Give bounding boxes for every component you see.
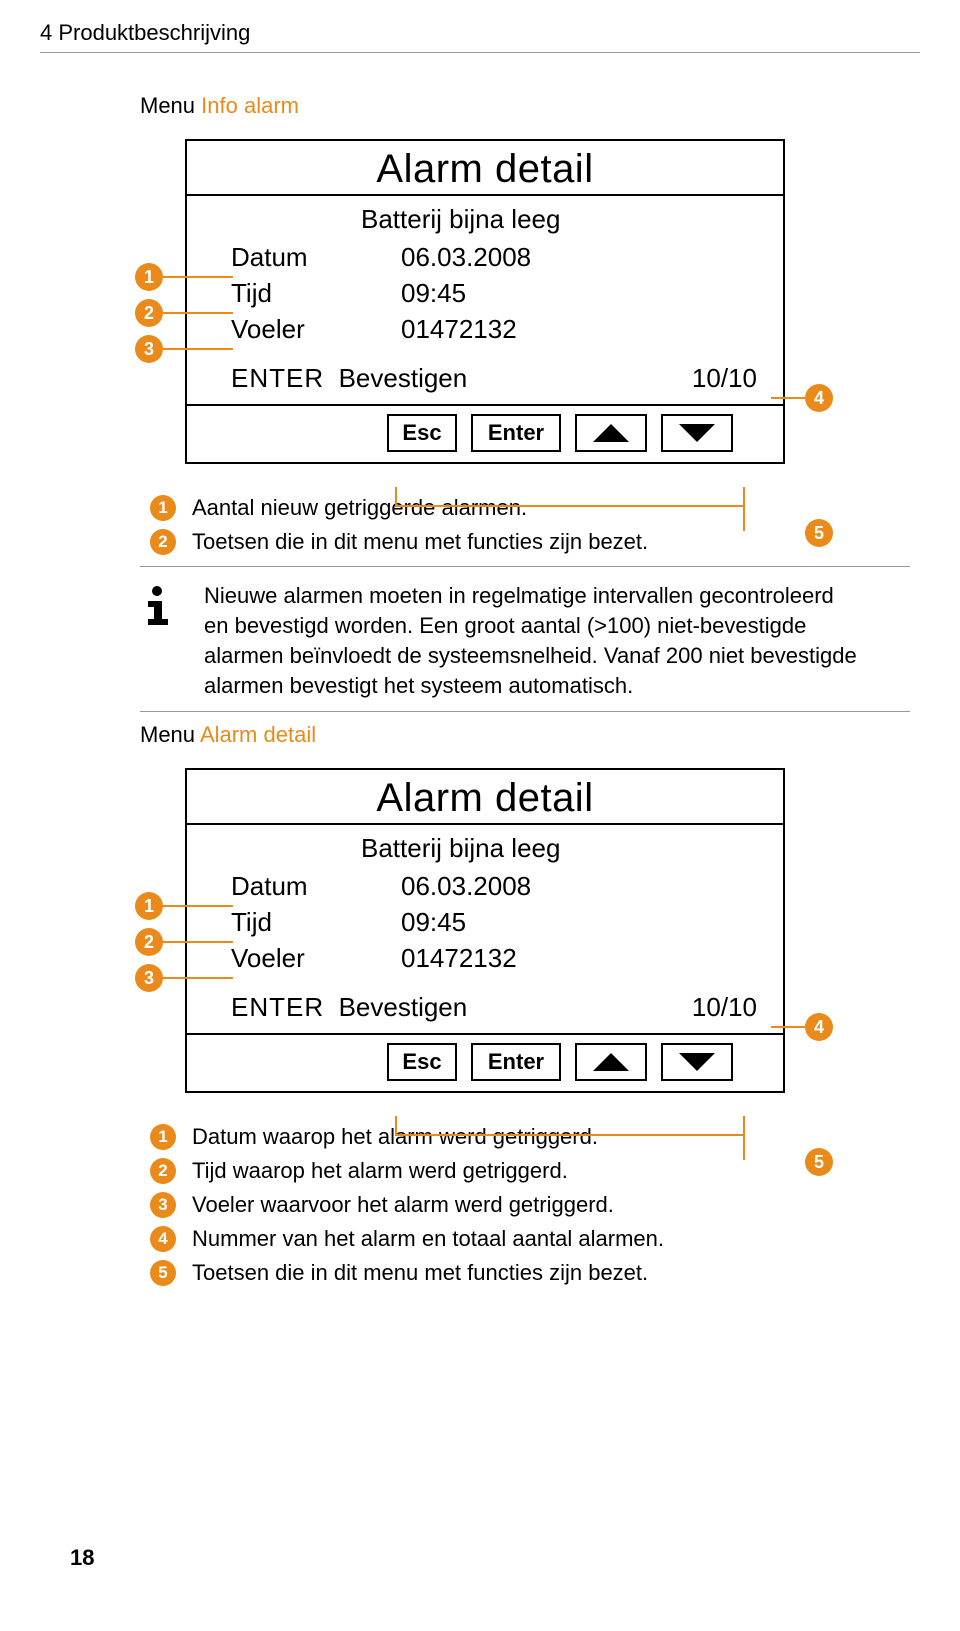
label: Voeler (231, 940, 401, 976)
screen-title: Alarm detail (187, 770, 783, 823)
label: Datum (231, 239, 401, 275)
value: 06.03.2008 (401, 868, 763, 904)
triangle-up-icon (593, 1053, 629, 1071)
label: Tijd (231, 275, 401, 311)
callout-bracket (395, 487, 745, 507)
label: Voeler (231, 311, 401, 347)
menu-prefix: Menu (140, 93, 201, 118)
enter-hint: Bevestigen (339, 992, 468, 1022)
label: Datum (231, 868, 401, 904)
up-button[interactable] (575, 1043, 647, 1081)
callout-5: 5 (805, 1148, 833, 1176)
chapter-heading: 4 Produktbeschrijving (40, 20, 920, 46)
callout-3: 3 (135, 964, 163, 992)
divider (40, 52, 920, 53)
callout-lead (163, 348, 233, 350)
callout-lead (163, 905, 233, 907)
value: 01472132 (401, 311, 763, 347)
triangle-up-icon (593, 424, 629, 442)
row-tijd: Tijd 09:45 (231, 904, 763, 940)
row-voeler: Voeler 01472132 (231, 940, 763, 976)
legend-text: Voeler waarvoor het alarm werd getrigger… (192, 1189, 614, 1221)
section-menu-alarm-detail: Menu Alarm detail (140, 722, 920, 748)
info-block: Nieuwe alarmen moeten in regelmatige int… (140, 581, 920, 701)
callout-2: 2 (135, 928, 163, 956)
divider (140, 566, 910, 567)
alarm-count: 10/10 (692, 992, 763, 1023)
alarm-subtitle: Batterij bijna leeg (361, 204, 763, 235)
value: 06.03.2008 (401, 239, 763, 275)
legend-item: 4 Nummer van het alarm en totaal aantal … (150, 1223, 920, 1255)
callout-1: 1 (135, 892, 163, 920)
legend-badge: 3 (150, 1192, 176, 1218)
screen-alarm-detail-1: 1 2 3 4 5 Alarm detail Batterij bijna le… (145, 139, 785, 464)
callout-lead (743, 1136, 745, 1160)
enter-word: ENTER (231, 363, 324, 393)
button-row: Esc Enter (187, 406, 783, 462)
up-button[interactable] (575, 414, 647, 452)
esc-button[interactable]: Esc (387, 414, 457, 452)
callout-4: 4 (805, 1013, 833, 1041)
menu-name: Info alarm (201, 93, 299, 118)
legend-text: Tijd waarop het alarm werd getriggerd. (192, 1155, 568, 1187)
legend-item: 5 Toetsen die in dit menu met functies z… (150, 1257, 920, 1289)
callout-bracket (395, 1116, 745, 1136)
legend-text: Toetsen die in dit menu met functies zij… (192, 526, 648, 558)
row-datum: Datum 06.03.2008 (231, 239, 763, 275)
callout-3: 3 (135, 335, 163, 363)
info-icon (140, 581, 180, 701)
screen-alarm-detail-2: 1 2 3 4 5 Alarm detail Batterij bijna le… (145, 768, 785, 1093)
legend-item: 3 Voeler waarvoor het alarm werd getrigg… (150, 1189, 920, 1221)
down-button[interactable] (661, 414, 733, 452)
legend-badge: 1 (150, 1124, 176, 1150)
legend-badge: 5 (150, 1260, 176, 1286)
info-text: Nieuwe alarmen moeten in regelmatige int… (204, 581, 864, 701)
callout-2: 2 (135, 299, 163, 327)
menu-name: Alarm detail (200, 722, 316, 747)
legend-badge: 4 (150, 1226, 176, 1252)
row-tijd: Tijd 09:45 (231, 275, 763, 311)
enter-hint-row: ENTER Bevestigen 10/10 (187, 982, 783, 1033)
row-voeler: Voeler 01472132 (231, 311, 763, 347)
enter-button[interactable]: Enter (471, 1043, 561, 1081)
label: Tijd (231, 904, 401, 940)
alarm-count: 10/10 (692, 363, 763, 394)
callout-lead (163, 312, 233, 314)
screen-title: Alarm detail (187, 141, 783, 194)
legend-text: Toetsen die in dit menu met functies zij… (192, 1257, 648, 1289)
enter-hint-row: ENTER Bevestigen 10/10 (187, 353, 783, 404)
enter-word: ENTER (231, 992, 324, 1022)
esc-button[interactable]: Esc (387, 1043, 457, 1081)
section-menu-info-alarm: Menu Info alarm (140, 93, 920, 119)
triangle-down-icon (679, 424, 715, 442)
value: 01472132 (401, 940, 763, 976)
legend-badge: 2 (150, 1158, 176, 1184)
menu-prefix: Menu (140, 722, 200, 747)
callout-lead (771, 397, 805, 399)
callout-5: 5 (805, 519, 833, 547)
enter-hint: Bevestigen (339, 363, 468, 393)
alarm-subtitle: Batterij bijna leeg (361, 833, 763, 864)
enter-button[interactable]: Enter (471, 414, 561, 452)
callout-lead (163, 941, 233, 943)
legend-b: 1 Datum waarop het alarm werd getriggerd… (150, 1121, 920, 1289)
legend-badge: 2 (150, 529, 176, 555)
page-number: 18 (70, 1545, 94, 1571)
callout-4: 4 (805, 384, 833, 412)
legend-badge: 1 (150, 495, 176, 521)
value: 09:45 (401, 275, 763, 311)
callout-lead (163, 977, 233, 979)
callout-lead (771, 1026, 805, 1028)
down-button[interactable] (661, 1043, 733, 1081)
callout-lead (163, 276, 233, 278)
legend-text: Nummer van het alarm en totaal aantal al… (192, 1223, 664, 1255)
button-row: Esc Enter (187, 1035, 783, 1091)
callout-lead (743, 507, 745, 531)
callout-1: 1 (135, 263, 163, 291)
divider (140, 711, 910, 712)
triangle-down-icon (679, 1053, 715, 1071)
row-datum: Datum 06.03.2008 (231, 868, 763, 904)
value: 09:45 (401, 904, 763, 940)
